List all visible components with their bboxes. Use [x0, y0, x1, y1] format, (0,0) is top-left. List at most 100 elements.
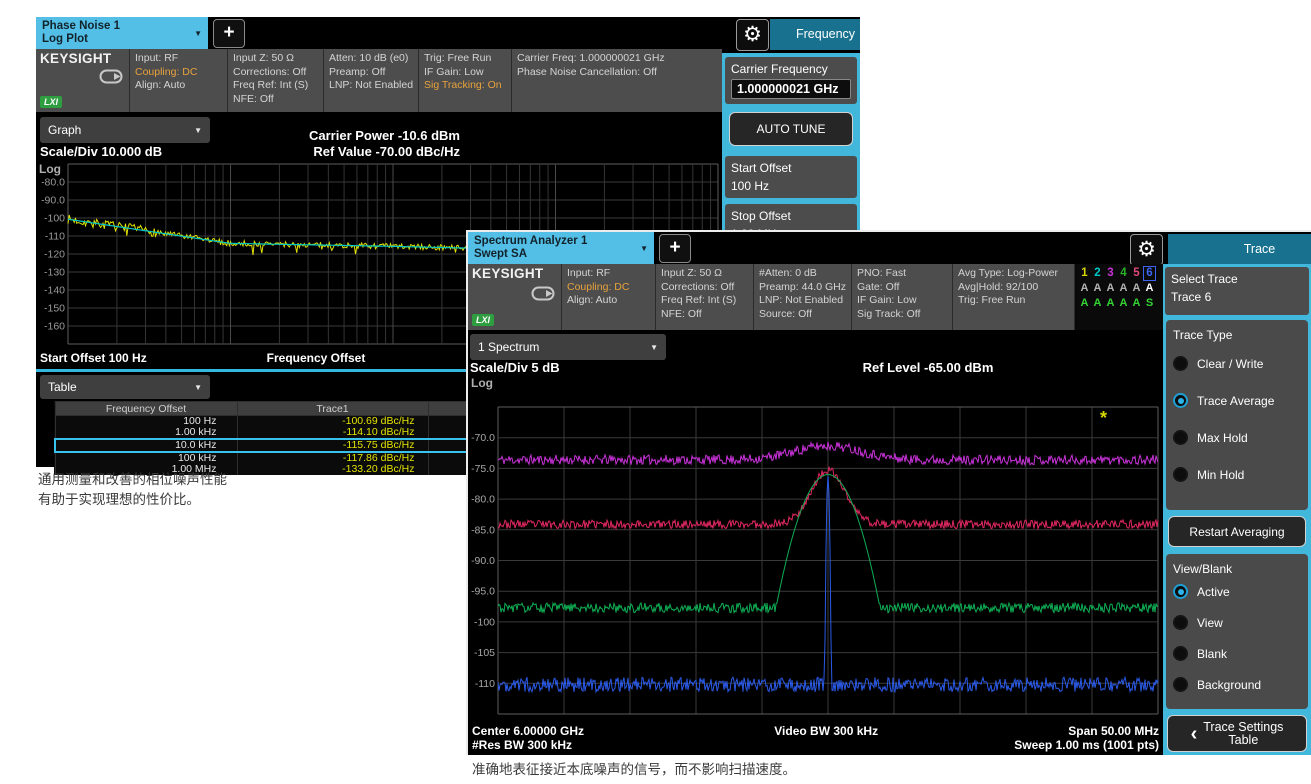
span-label: Span 50.00 MHz	[1068, 724, 1159, 738]
status-field: Freq Ref: Int (S)	[233, 79, 318, 93]
select-trace-item[interactable]: Select Trace Trace 6	[1165, 267, 1309, 315]
column-header: Frequency Offset	[55, 402, 237, 416]
caption-spectrum: 准确地表征接近本底噪声的信号，而不影响扫描速度。	[472, 760, 796, 780]
chevron-down-icon: ▼	[194, 29, 202, 38]
status-field: NFE: Off	[233, 93, 318, 107]
trace-type-group: Trace Type Clear / Write Trace Average M…	[1166, 320, 1308, 510]
carrier-frequency-item[interactable]: Carrier Frequency 1.000000021 GHz	[725, 57, 857, 104]
trace-indicator-grid[interactable]: 1AA2AA3AA4AA5AA6AS	[1075, 264, 1163, 330]
add-measurement-button[interactable]: +	[213, 19, 245, 48]
status-field: Phase Noise Cancellation: Off	[517, 66, 717, 80]
radio-active[interactable]: Active	[1173, 584, 1301, 599]
status-field: Corrections: Off	[233, 66, 318, 80]
button-line: Trace Settings	[1203, 721, 1283, 734]
gear-icon: ⚙	[743, 23, 762, 46]
window-selector-dropdown[interactable]: 1 Spectrum ▼	[470, 334, 666, 360]
view-selector-dropdown[interactable]: Graph ▼	[40, 117, 210, 143]
radio-min-hold[interactable]: Min Hold	[1173, 467, 1301, 482]
status-col-trig: Trig: Free Run IF Gain: Low Sig Tracking…	[419, 49, 512, 112]
svg-text:-70.0: -70.0	[471, 432, 495, 444]
column-header: Trace1	[237, 402, 428, 416]
radio-icon	[1173, 430, 1188, 445]
radio-selected-icon	[1173, 393, 1188, 408]
radio-trace-average[interactable]: Trace Average	[1173, 393, 1301, 408]
svg-text:-140: -140	[44, 285, 65, 297]
center-freq-label: Center 6.00000 GHz	[472, 724, 584, 738]
caption-line: 准确地表征接近本底噪声的信号，而不影响扫描速度。	[472, 760, 796, 780]
start-offset-item[interactable]: Start Offset 100 Hz	[725, 156, 857, 198]
radio-label: Active	[1197, 585, 1230, 599]
status-field: Align: Auto	[135, 79, 222, 93]
settings-gear-button[interactable]: ⚙	[1130, 234, 1163, 266]
carrier-frequency-label: Carrier Frequency	[731, 62, 851, 76]
svg-text:-160: -160	[44, 321, 65, 333]
xaxis-label: Frequency Offset	[236, 351, 396, 365]
status-col-inputz: Input Z: 50 Ω Corrections: Off Freq Ref:…	[228, 49, 324, 112]
svg-text:Log: Log	[39, 162, 61, 176]
menu-tab-frequency[interactable]: Frequency	[770, 19, 860, 50]
status-bar: KEYSIGHT LXI Input: RF Coupling: DC Alig…	[36, 49, 722, 112]
status-field: Avg|Hold: 92/100	[958, 281, 1069, 295]
status-field: Gate: Off	[857, 281, 947, 295]
svg-text:-80.0: -80.0	[471, 494, 495, 506]
svg-text:-130: -130	[44, 267, 65, 279]
spectrum-analyzer-window: Spectrum Analyzer 1 Swept SA ▼ + ⚙ Trace…	[466, 230, 1311, 755]
status-field: Input: RF	[135, 52, 222, 66]
chevron-left-icon: ‹	[1191, 727, 1198, 741]
radio-clear-write[interactable]: Clear / Write	[1173, 356, 1301, 371]
status-field: Input: RF	[567, 267, 650, 281]
caption-line: 通用测量和改善的相位噪声性能	[38, 470, 227, 490]
status-col-carrier: Carrier Freq: 1.000000021 GHz Phase Nois…	[512, 49, 722, 112]
keysight-logo-block: KEYSIGHT LXI	[468, 264, 562, 330]
status-col-input: Input: RF Coupling: DC Align: Auto	[130, 49, 228, 112]
auto-tune-button[interactable]: AUTO TUNE	[729, 112, 853, 146]
status-field: Coupling: DC	[135, 66, 222, 80]
radio-max-hold[interactable]: Max Hold	[1173, 430, 1301, 445]
chevron-down-icon: ▼	[640, 244, 648, 253]
svg-text:-90.0: -90.0	[471, 555, 495, 567]
status-field: Trig: Free Run	[958, 294, 1069, 308]
measurement-tab-phase-noise[interactable]: Phase Noise 1 Log Plot ▼	[36, 17, 208, 49]
select-trace-value: Trace 6	[1171, 290, 1303, 304]
sweep-time-label: Sweep 1.00 ms (1001 pts)	[1014, 738, 1159, 752]
svg-text:-90.0: -90.0	[41, 195, 65, 207]
svg-text:-120: -120	[44, 249, 65, 261]
status-field: Input Z: 50 Ω	[661, 267, 748, 281]
sweep-annotation-bar: Center 6.00000 GHz Video BW 300 kHz Span…	[468, 724, 1163, 752]
svg-text:-80.0: -80.0	[41, 177, 65, 189]
tab-subtitle: Log Plot	[42, 33, 120, 46]
add-measurement-button[interactable]: +	[659, 234, 691, 263]
caption-line: 有助于实现理想的性价比。	[38, 490, 227, 510]
status-field: Preamp: Off	[329, 66, 413, 80]
radio-background[interactable]: Background	[1173, 677, 1301, 692]
svg-text:-85.0: -85.0	[471, 524, 495, 536]
settings-gear-button[interactable]: ⚙	[736, 19, 769, 51]
svg-text:Log: Log	[471, 376, 493, 390]
radio-label: View	[1197, 616, 1223, 630]
video-bw-label: Video BW 300 kHz	[774, 724, 878, 738]
trace-type-title: Trace Type	[1173, 328, 1301, 342]
measurement-tab-swept-sa[interactable]: Spectrum Analyzer 1 Swept SA ▼	[468, 232, 654, 264]
spectrum-plot[interactable]: -70.0-75.0-80.0-85.0-90.0-95.0-100-105-1…	[468, 374, 1163, 724]
radio-view[interactable]: View	[1173, 615, 1301, 630]
keysight-logo: KEYSIGHT	[472, 266, 557, 281]
radio-label: Min Hold	[1197, 468, 1244, 482]
sweep-loop-icon	[40, 69, 125, 89]
trace-settings-table-button[interactable]: ‹ Trace Settings Table	[1167, 715, 1307, 752]
tab-title: Phase Noise 1	[42, 20, 120, 33]
menu-tab-trace[interactable]: Trace	[1168, 234, 1311, 265]
status-field: Coupling: DC	[567, 281, 650, 295]
table-selector-dropdown[interactable]: Table ▼	[40, 375, 210, 399]
carrier-power-label: Carrier Power -10.6 dBm	[280, 128, 460, 143]
radio-blank[interactable]: Blank	[1173, 646, 1301, 661]
status-field: Carrier Freq: 1.000000021 GHz	[517, 52, 717, 66]
view-selector-value: Graph	[48, 123, 81, 137]
carrier-frequency-value[interactable]: 1.000000021 GHz	[731, 79, 851, 99]
tab-subtitle: Swept SA	[474, 248, 587, 261]
tab-bar: Spectrum Analyzer 1 Swept SA ▼ + ⚙ Trace	[468, 232, 1311, 264]
res-bw-label: #Res BW 300 kHz	[472, 738, 572, 752]
status-field: Preamp: 44.0 GHz	[759, 281, 846, 295]
restart-averaging-button[interactable]: Restart Averaging	[1168, 516, 1306, 547]
chevron-down-icon: ▼	[650, 343, 658, 352]
status-col-inputz: Input Z: 50 Ω Corrections: Off Freq Ref:…	[656, 264, 754, 330]
